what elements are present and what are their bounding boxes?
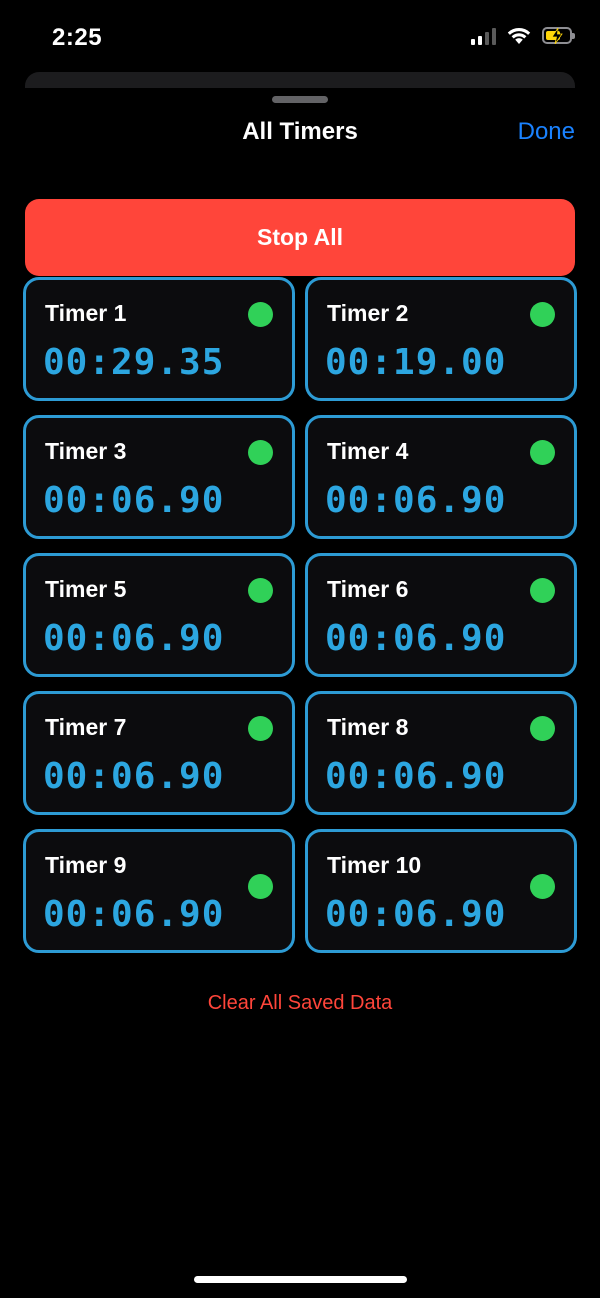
timer-card-7[interactable]: Timer 7 00:06.90 [23, 691, 295, 815]
timer-value: 00:06.90 [325, 618, 507, 659]
timer-value: 00:06.90 [43, 480, 225, 521]
timer-card-10[interactable]: Timer 10 00:06.90 [305, 829, 577, 953]
running-status-icon [248, 716, 273, 741]
timer-name: Timer 3 [45, 438, 127, 464]
timer-value: 00:06.90 [325, 756, 507, 797]
status-icons [471, 26, 575, 45]
timer-value: 00:06.90 [325, 480, 507, 521]
running-status-icon [530, 716, 555, 741]
timer-name: Timer 4 [327, 438, 409, 464]
page-title: All Timers [242, 118, 358, 145]
timer-name: Timer 6 [327, 576, 409, 602]
timer-grid: Timer 1 00:29.35 Timer 2 00:19.00 Timer … [23, 277, 577, 953]
status-bar: 2:25 [0, 0, 600, 72]
running-status-icon [530, 440, 555, 465]
battery-charging-icon [542, 27, 575, 44]
running-status-icon [248, 874, 273, 899]
timer-value: 00:19.00 [325, 342, 507, 383]
running-status-icon [530, 302, 555, 327]
running-status-icon [530, 578, 555, 603]
timer-card-9[interactable]: Timer 9 00:06.90 [23, 829, 295, 953]
timer-value: 00:06.90 [325, 894, 507, 935]
timer-value: 00:06.90 [43, 894, 225, 935]
status-time: 2:25 [52, 24, 103, 51]
timer-name: Timer 1 [45, 300, 127, 326]
timer-card-5[interactable]: Timer 5 00:06.90 [23, 553, 295, 677]
timer-name: Timer 7 [45, 714, 127, 740]
timer-name: Timer 9 [45, 852, 127, 878]
timer-value: 00:29.35 [43, 342, 225, 383]
home-indicator[interactable] [194, 1276, 407, 1283]
done-button[interactable]: Done [518, 118, 575, 146]
stop-all-button[interactable]: Stop All [25, 199, 575, 276]
timer-card-6[interactable]: Timer 6 00:06.90 [305, 553, 577, 677]
running-status-icon [530, 874, 555, 899]
timer-name: Timer 10 [327, 852, 422, 878]
sheet-grabber[interactable] [272, 96, 328, 103]
timer-name: Timer 8 [327, 714, 409, 740]
running-status-icon [248, 440, 273, 465]
cellular-signal-icon [471, 27, 496, 45]
all-timers-sheet: All Timers Done Stop All Timer 1 00:29.3… [0, 88, 600, 1298]
timer-card-1[interactable]: Timer 1 00:29.35 [23, 277, 295, 401]
timer-value: 00:06.90 [43, 618, 225, 659]
timer-value: 00:06.90 [43, 756, 225, 797]
running-status-icon [248, 578, 273, 603]
timer-card-4[interactable]: Timer 4 00:06.90 [305, 415, 577, 539]
timer-card-3[interactable]: Timer 3 00:06.90 [23, 415, 295, 539]
timer-card-8[interactable]: Timer 8 00:06.90 [305, 691, 577, 815]
clear-all-saved-data-button[interactable]: Clear All Saved Data [0, 992, 600, 1015]
wifi-icon [507, 27, 531, 44]
running-status-icon [248, 302, 273, 327]
timer-name: Timer 5 [45, 576, 127, 602]
timer-card-2[interactable]: Timer 2 00:19.00 [305, 277, 577, 401]
timer-name: Timer 2 [327, 300, 409, 326]
